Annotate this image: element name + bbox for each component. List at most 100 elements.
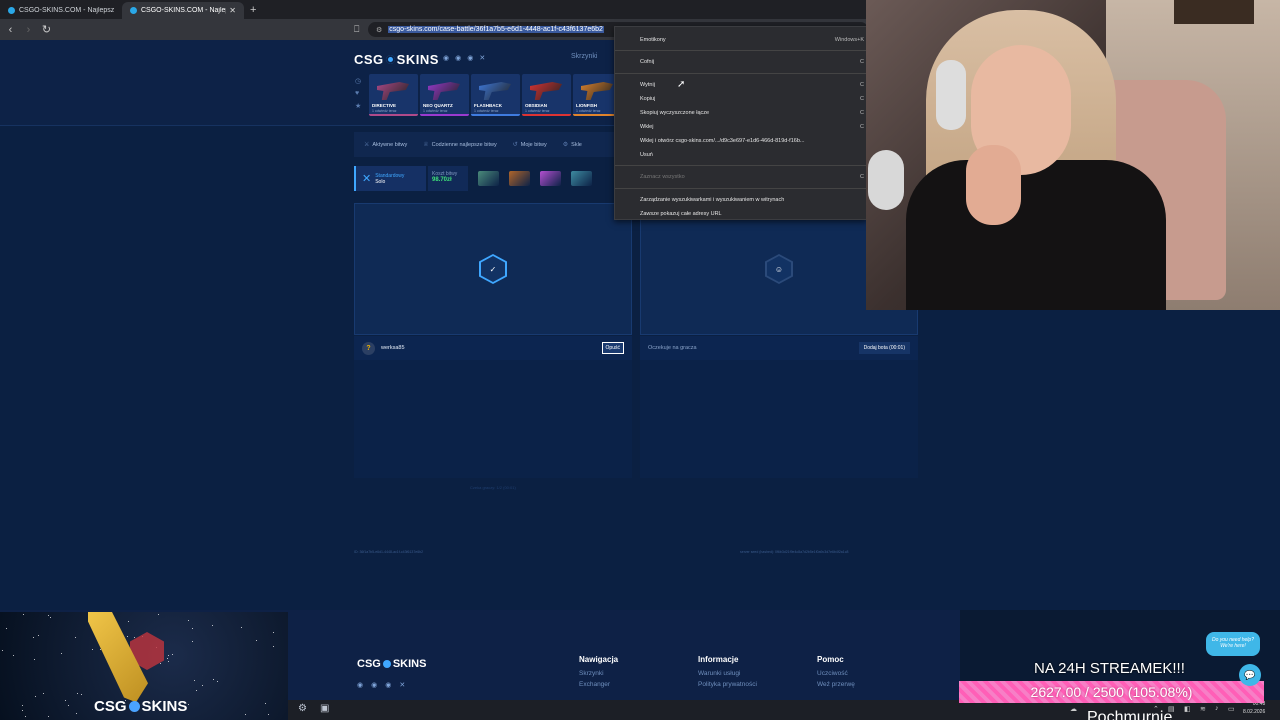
footer-link[interactable]: Exchanger xyxy=(579,681,618,688)
star-icon[interactable]: ★ xyxy=(355,102,361,110)
leave-button[interactable]: Opuść xyxy=(601,342,624,354)
drop-name: NEO QUARTZ xyxy=(423,103,453,108)
player-1-items xyxy=(354,360,632,478)
context-menu-item[interactable]: Wklej xyxy=(640,124,653,130)
facebook-icon[interactable]: ◉ xyxy=(371,681,377,689)
facebook-icon[interactable]: ◉ xyxy=(455,54,461,62)
server-seed: server seed (hashed): 0f6b3d21f9e4c8a7d2… xyxy=(740,550,849,554)
live-drop-card[interactable]: DIRECTIVE 1 odwiedź teraz xyxy=(369,74,418,116)
bookmark-icon[interactable]: ⎕ xyxy=(354,24,359,35)
history-icon: ↺ xyxy=(512,142,518,148)
star-decoration xyxy=(13,655,14,656)
chat-help-bubble[interactable]: Do you need help? We're here! xyxy=(1206,632,1260,656)
nav-cases-link[interactable]: Skrzynki xyxy=(571,53,597,60)
volume-icon[interactable]: ♪ xyxy=(1215,705,1219,712)
star-decoration xyxy=(192,628,193,629)
context-menu-item[interactable]: Wklej i otwórz csgo-skins.com/.../d9c3e6… xyxy=(640,138,804,144)
drop-name: DIRECTIVE xyxy=(372,103,397,108)
star-decoration xyxy=(194,680,195,681)
case-thumbnail[interactable] xyxy=(478,171,499,186)
discord-icon[interactable]: ◉ xyxy=(443,54,449,62)
star-decoration xyxy=(213,679,214,680)
context-menu-item[interactable]: Cofnij xyxy=(640,59,654,65)
context-menu-item[interactable]: Zarządzanie wyszukiwarkami i wyszukiwani… xyxy=(640,197,784,203)
tab-my-battles[interactable]: ↺ Moje bitwy xyxy=(512,141,547,149)
settings-icon[interactable]: ⚙ xyxy=(298,703,307,714)
mode-value: Solo xyxy=(375,178,386,185)
context-menu-item[interactable]: Skopiuj wyczyszczone łącze xyxy=(640,110,709,116)
star-decoration xyxy=(25,716,26,717)
x-icon[interactable]: ✕ xyxy=(479,54,485,62)
logo-left: CSG xyxy=(357,658,381,670)
footer-link[interactable]: Uczciwość xyxy=(817,670,855,677)
star-decoration xyxy=(22,710,23,711)
tray-app-icon[interactable]: ▤ xyxy=(1168,705,1175,713)
reload-icon[interactable]: ↻ xyxy=(39,23,54,36)
context-menu-item[interactable]: Emotikony xyxy=(640,37,666,43)
headset xyxy=(936,60,966,130)
live-drop-card[interactable]: OBSIDIAN 1 odwiedź teraz xyxy=(522,74,571,116)
url-text[interactable]: csgo-skins.com/case-battle/36f1a7b5-e6d1… xyxy=(388,26,604,33)
instagram-icon[interactable]: ◉ xyxy=(467,54,473,62)
context-menu-item[interactable]: Kopiuj xyxy=(640,96,655,102)
case-thumbnail[interactable] xyxy=(509,171,530,186)
weather-icon[interactable]: ☁ xyxy=(1070,705,1077,713)
tray-chevron-icon[interactable]: ⌃ xyxy=(1153,705,1159,713)
app-icon[interactable]: ▣ xyxy=(320,703,329,714)
star-decoration xyxy=(212,625,213,626)
rarity-bar xyxy=(420,114,469,116)
star-decoration xyxy=(48,716,49,717)
star-decoration xyxy=(75,637,76,638)
chat-icon[interactable]: 💬 xyxy=(1239,664,1261,686)
x-icon[interactable]: ✕ xyxy=(399,681,405,689)
waiting-badge: ☺ xyxy=(765,254,793,284)
add-bot-button[interactable]: Dodaj bota (00:01) xyxy=(858,342,910,354)
new-tab-button[interactable]: + xyxy=(250,4,256,16)
forward-icon[interactable]: › xyxy=(21,24,36,36)
live-drop-card[interactable]: FLASHBACK 1 odwiedź teraz xyxy=(471,74,520,116)
picture-frame xyxy=(1174,0,1254,24)
browser-tab-active[interactable]: CSGO-SKINS.COM - Najlepsze ✕ xyxy=(122,2,244,19)
site-info-icon[interactable]: ⚙ xyxy=(376,26,382,34)
case-thumbnail[interactable] xyxy=(540,171,561,186)
clock-icon[interactable]: ◷ xyxy=(355,77,361,85)
discord-icon[interactable]: ◉ xyxy=(357,681,363,689)
live-drop-card[interactable]: NEO QUARTZ 1 odwiedź teraz xyxy=(420,74,469,116)
context-menu-separator xyxy=(615,50,866,51)
battle-mode: ✕ Standardowy Solo xyxy=(354,166,426,191)
tab-daily-best[interactable]: ♕ Codzienne najlepsze bitwy xyxy=(423,141,497,149)
footer-logo[interactable]: CSG SKINS xyxy=(357,658,426,670)
tab-more[interactable]: ⚙ Skle xyxy=(562,141,582,149)
context-menu-item[interactable]: Zaznacz wszystko xyxy=(640,174,685,180)
tab-active-battles[interactable]: ⚔ Aktywne bitwy xyxy=(364,141,407,149)
wifi-icon[interactable]: ≋ xyxy=(1200,705,1206,713)
footer-link[interactable]: Weź przerwę xyxy=(817,681,855,688)
drop-sub: 1 odwiedź teraz xyxy=(423,109,448,113)
close-tab-icon[interactable]: ✕ xyxy=(229,6,236,15)
case-thumbnail[interactable] xyxy=(571,171,592,186)
stream-goal-title: NA 24H STREAMEK!!! xyxy=(1034,660,1185,677)
gear-icon: ⚙ xyxy=(562,142,569,148)
context-menu-item[interactable]: Wytnij xyxy=(640,82,655,88)
star-decoration xyxy=(273,632,274,633)
tray-app-icon[interactable]: ◧ xyxy=(1184,705,1191,713)
battle-cost: Koszt bitwy 98.70zł xyxy=(428,166,468,191)
star-decoration xyxy=(245,714,246,715)
footer-link[interactable]: Warunki usługi xyxy=(698,670,757,677)
weapon-image xyxy=(530,82,562,100)
browser-tab[interactable]: CSGO-SKINS.COM - Najlepsze Skrzy xyxy=(0,2,122,19)
instagram-icon[interactable]: ◉ xyxy=(385,681,391,689)
context-menu-item[interactable]: Usuń xyxy=(640,152,653,158)
footer-link[interactable]: Polityka prywatności xyxy=(698,681,757,688)
context-menu-item[interactable]: Zawsze pokazuj całe adresy URL xyxy=(640,211,722,217)
battery-icon[interactable]: ▭ xyxy=(1228,705,1235,713)
footer-col-info: Informacje Warunki usługi Polityka prywa… xyxy=(698,655,757,692)
thumbs-up-icon[interactable]: ♥ xyxy=(355,90,361,97)
footer-link[interactable]: Skrzynki xyxy=(579,670,618,677)
logo-right: SKINS xyxy=(141,698,188,715)
drop-name: OBSIDIAN xyxy=(525,103,548,108)
context-menu-shortcut: C xyxy=(860,174,864,180)
back-icon[interactable]: ‹ xyxy=(3,24,18,36)
site-logo[interactable]: CSG SKINS xyxy=(354,52,439,67)
weapon-image xyxy=(428,82,460,100)
